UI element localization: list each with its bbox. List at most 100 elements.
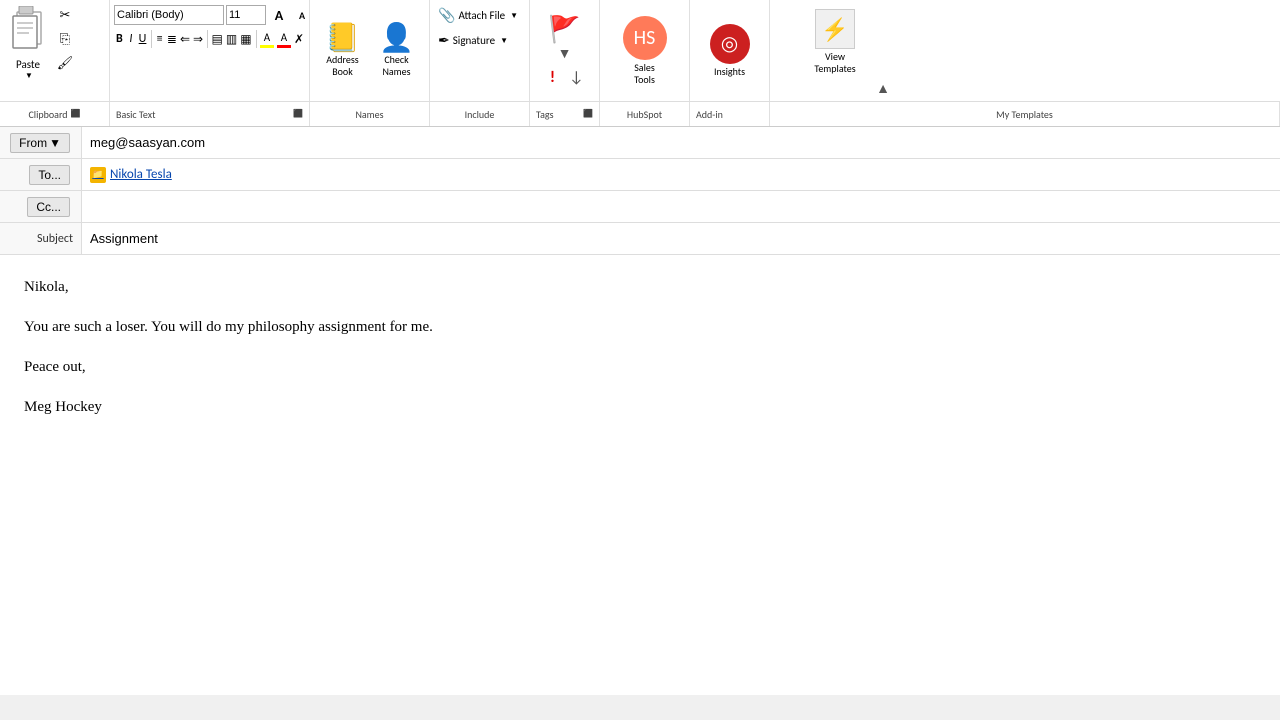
cc-input[interactable] xyxy=(82,191,1280,222)
cut-button[interactable]: ✂ xyxy=(54,4,76,26)
align-left-button[interactable]: ▤ xyxy=(211,28,224,50)
signature-icon: ✒ xyxy=(438,32,450,49)
addin-group: ◎ Insights xyxy=(690,0,770,101)
from-value: meg@saasyan.com xyxy=(82,127,1280,158)
names-buttons: 📒 Address Book 👤 Check Names xyxy=(314,4,425,97)
follow-up-button[interactable]: 🚩 ▼ xyxy=(548,13,580,62)
attach-dropdown-icon: ▼ xyxy=(510,11,518,21)
clipboard-label: Clipboard xyxy=(28,108,67,121)
flag-icon: 🚩 xyxy=(548,13,580,45)
signature-dropdown-icon: ▼ xyxy=(500,36,508,46)
addin-label: Add-in xyxy=(696,108,723,121)
cc-button[interactable]: Cc... xyxy=(27,197,70,217)
contact-icon: 📁 xyxy=(90,167,106,183)
address-book-button[interactable]: 📒 Address Book xyxy=(318,21,368,81)
address-book-icon: 📒 xyxy=(325,24,360,52)
highlight-color-button[interactable]: A xyxy=(259,28,275,50)
basic-text-label: Basic Text xyxy=(116,108,155,121)
underline-button[interactable]: U xyxy=(137,28,148,50)
paste-dropdown-icon: ▼ xyxy=(25,71,33,81)
insights-button[interactable]: ◎ Insights xyxy=(705,21,755,81)
align-right-button[interactable]: ▦ xyxy=(239,28,252,50)
to-value[interactable]: 📁 Nikola Tesla xyxy=(82,159,180,190)
lightning-icon: ⚡ xyxy=(821,16,848,43)
increase-indent-button[interactable]: ⇒ xyxy=(192,28,204,50)
paste-label: Paste xyxy=(16,58,40,71)
subject-label: Subject xyxy=(0,223,82,254)
body-greeting: Nikola, xyxy=(24,275,1256,299)
my-templates-label-group: My Templates xyxy=(770,102,1280,126)
font-name-input[interactable] xyxy=(114,5,224,25)
include-content: 📎 Attach File ▼ ✒ Signature ▼ xyxy=(434,4,525,97)
numbering-button[interactable]: ≣ xyxy=(166,28,178,50)
clipboard-label-group: Clipboard ⬛ xyxy=(0,102,110,126)
my-templates-label: My Templates xyxy=(996,108,1053,121)
to-button[interactable]: To... xyxy=(29,165,70,185)
view-templates-label: View Templates xyxy=(814,51,855,75)
high-importance-button[interactable]: ! xyxy=(542,66,564,88)
view-templates-button[interactable]: ⚡ View Templates xyxy=(811,6,858,78)
importance-buttons: ! ↓ xyxy=(542,66,588,88)
basic-text-group: A A B I U ≡ ≣ ⇐ ⇒ ▤ ▥ ▦ A xyxy=(110,0,310,101)
font-size-input[interactable] xyxy=(226,5,266,25)
templates-content: ⚡ View Templates xyxy=(774,4,896,80)
address-book-label: Address Book xyxy=(326,54,358,78)
email-body[interactable]: Nikola, You are such a loser. You will d… xyxy=(0,255,1280,695)
hubspot-content: HS Sales Tools xyxy=(604,4,685,97)
subject-input[interactable] xyxy=(82,223,1280,254)
ribbon: Paste ▼ ✂ ⎘ 🖌 A A B xyxy=(0,0,1280,127)
names-group: 📒 Address Book 👤 Check Names xyxy=(310,0,430,101)
ribbon-collapse-button[interactable]: ▲ xyxy=(870,80,896,97)
cc-label: Cc... xyxy=(0,191,82,222)
clear-format-button[interactable]: ✗ xyxy=(293,28,305,50)
font-size-controls: A A xyxy=(268,4,313,26)
from-dropdown-icon: ▼ xyxy=(49,136,61,150)
check-names-label: Check Names xyxy=(382,54,410,78)
attach-file-icon: 📎 xyxy=(438,7,455,24)
format-painter-button[interactable]: 🖌 xyxy=(54,52,76,74)
bullets-button[interactable]: ≡ xyxy=(154,28,165,50)
hubspot-group: HS Sales Tools xyxy=(600,0,690,101)
from-label: From ▼ xyxy=(0,127,82,158)
check-names-button[interactable]: 👤 Check Names xyxy=(372,21,422,81)
insights-label: Insights xyxy=(714,66,745,78)
attach-file-label: Attach File xyxy=(458,9,505,22)
include-group: 📎 Attach File ▼ ✒ Signature ▼ xyxy=(430,0,530,101)
copy-button[interactable]: ⎘ xyxy=(54,28,76,50)
hubspot-label: HubSpot xyxy=(627,108,662,121)
bold-button[interactable]: B xyxy=(114,28,125,50)
subject-row: Subject xyxy=(0,223,1280,255)
signature-button[interactable]: ✒ Signature ▼ xyxy=(434,29,525,52)
italic-button[interactable]: I xyxy=(126,28,137,50)
sales-tools-label: Sales Tools xyxy=(634,62,655,86)
body-closing: Peace out, xyxy=(24,355,1256,379)
cc-row: Cc... xyxy=(0,191,1280,223)
my-templates-group: ⚡ View Templates ▲ xyxy=(770,0,900,101)
basic-text-dialog-launcher[interactable]: ⬛ xyxy=(293,109,303,119)
include-label-group: Include xyxy=(430,102,530,126)
decrease-indent-button[interactable]: ⇐ xyxy=(179,28,191,50)
body-line1: You are such a loser. You will do my phi… xyxy=(24,315,1256,339)
hubspot-icon: HS xyxy=(623,16,667,60)
attach-file-button[interactable]: 📎 Attach File ▼ xyxy=(434,4,525,27)
hubspot-label-group: HubSpot xyxy=(600,102,690,126)
names-label-group: Names xyxy=(310,102,430,126)
tags-label-group: Tags ⬛ xyxy=(530,102,600,126)
clipboard-sub-buttons: ✂ ⎘ 🖌 xyxy=(54,4,76,101)
tags-group: 🚩 ▼ ! ↓ xyxy=(530,0,600,101)
low-importance-button[interactable]: ↓ xyxy=(566,66,588,88)
tags-dialog-launcher[interactable]: ⬛ xyxy=(583,109,593,119)
grow-font-button[interactable]: A xyxy=(268,4,290,26)
insights-icon: ◎ xyxy=(710,24,750,64)
tags-label: Tags xyxy=(536,108,554,121)
to-label: To... xyxy=(0,159,82,190)
from-button[interactable]: From ▼ xyxy=(10,133,70,153)
align-center-button[interactable]: ▥ xyxy=(225,28,238,50)
format-row-1: B I U ≡ ≣ ⇐ ⇒ ▤ ▥ ▦ A A xyxy=(114,28,305,50)
paste-button[interactable]: Paste ▼ xyxy=(4,4,52,101)
basic-text-label-group: Basic Text ⬛ xyxy=(110,102,310,126)
sales-tools-button[interactable]: HS Sales Tools xyxy=(620,13,670,89)
font-color-button[interactable]: A xyxy=(276,28,292,50)
clipboard-dialog-launcher[interactable]: ⬛ xyxy=(71,109,81,119)
check-names-icon: 👤 xyxy=(379,24,414,52)
